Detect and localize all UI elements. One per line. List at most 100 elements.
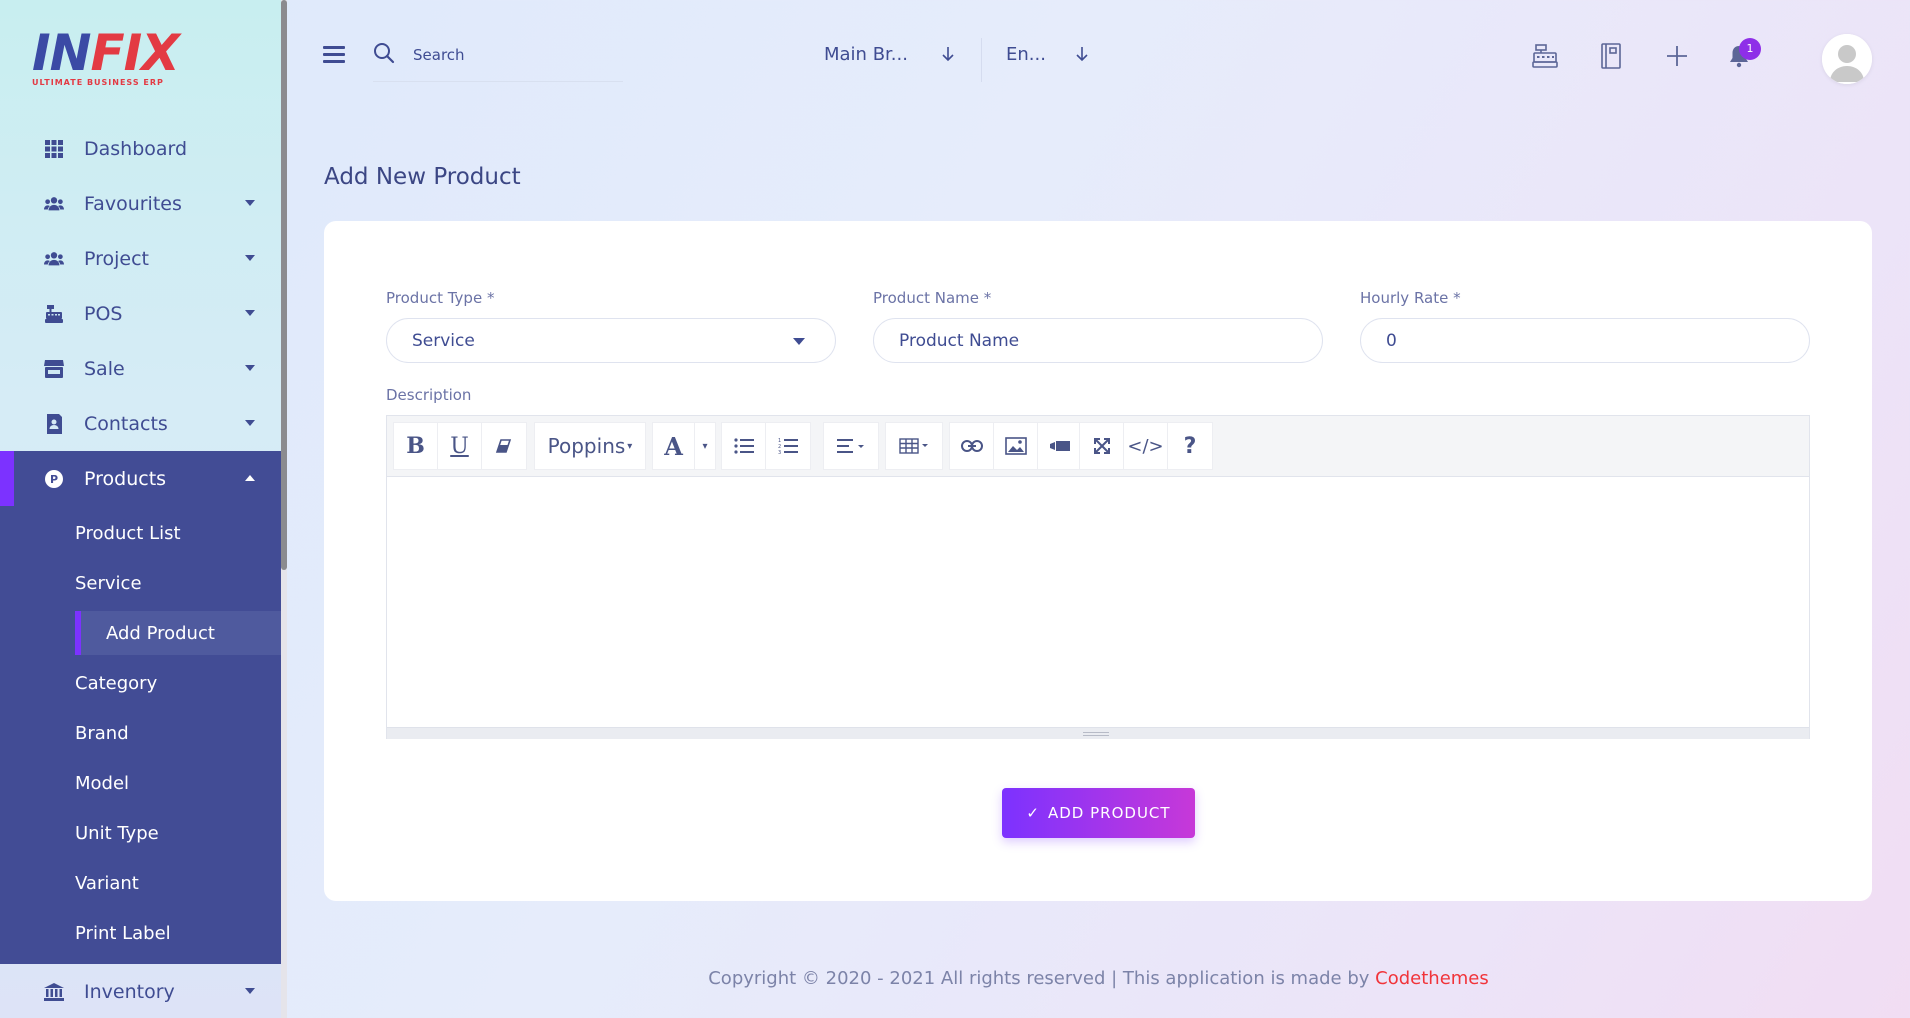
fullscreen-icon[interactable]	[1080, 423, 1124, 469]
cash-register-icon	[44, 304, 64, 324]
topbar: Main Br... En... 1	[287, 0, 1910, 115]
sidebar-item-label: Project	[84, 247, 150, 270]
underline-icon[interactable]: U	[438, 423, 482, 469]
font-color-icon[interactable]: A	[653, 423, 695, 469]
page-title: Add New Product	[324, 164, 521, 190]
svg-text:3: 3	[778, 450, 781, 455]
product-name-label: Product Name *	[873, 289, 992, 307]
sidebar-item-sale[interactable]: Sale	[0, 341, 281, 396]
unordered-list-icon[interactable]	[722, 423, 766, 469]
toolbar-group-font: Poppins ▾	[534, 422, 646, 470]
submenu-item-model[interactable]: Model	[0, 758, 281, 808]
video-icon[interactable]	[1038, 423, 1082, 469]
copyright-text: Copyright © 2020 - 2021 All rights reser…	[708, 968, 1376, 989]
menu-toggle-icon[interactable]	[323, 46, 345, 64]
toolbar-group-insert	[949, 422, 1083, 470]
grid-icon	[44, 139, 64, 159]
sidebar: INFIX ULTIMATE BUSINESS ERP Dashboard Fa…	[0, 0, 281, 1018]
submenu-item-brand[interactable]: Brand	[0, 708, 281, 758]
sidebar-item-label: Dashboard	[84, 137, 188, 160]
submenu-item-variant[interactable]: Variant	[0, 858, 281, 908]
sidebar-item-project[interactable]: Project	[0, 231, 281, 286]
pos-register-icon[interactable]	[1531, 42, 1559, 70]
caret-down-icon	[245, 365, 255, 371]
sidebar-item-label: Favourites	[84, 192, 182, 215]
product-p-icon: P	[44, 469, 64, 489]
caret-down-icon	[245, 988, 255, 994]
description-editor: B U Poppins ▾ A ▾ 123 </> ?	[386, 415, 1810, 739]
bank-icon	[44, 982, 64, 1002]
add-product-button[interactable]: ✓ ADD PRODUCT	[1002, 788, 1195, 838]
product-name-placeholder: Product Name	[899, 330, 1020, 351]
arrow-down-icon[interactable]	[1075, 46, 1089, 67]
font-family-select[interactable]: Poppins ▾	[535, 423, 645, 469]
toolbar-group-table	[885, 422, 943, 470]
submenu-item-category[interactable]: Category	[0, 658, 281, 708]
table-icon[interactable]	[886, 423, 942, 469]
sidebar-item-dashboard[interactable]: Dashboard	[0, 121, 281, 176]
image-icon[interactable]	[994, 423, 1038, 469]
submenu-item-add-product[interactable]: Add Product	[75, 611, 281, 655]
users-icon	[44, 249, 64, 269]
eraser-icon[interactable]	[482, 423, 526, 469]
link-icon[interactable]	[950, 423, 994, 469]
add-product-button-label: ADD PRODUCT	[1048, 804, 1171, 822]
align-left-icon[interactable]	[824, 423, 878, 469]
notification-badge: 1	[1739, 38, 1761, 60]
description-label: Description	[386, 386, 472, 404]
product-name-field[interactable]: Product Name	[873, 318, 1323, 363]
caret-up-icon	[245, 475, 255, 481]
ordered-list-icon[interactable]: 123	[766, 423, 810, 469]
arrow-down-icon[interactable]	[941, 46, 955, 67]
sidebar-scrollbar[interactable]	[281, 0, 287, 1018]
product-form-card: Product Type * Service Product Name * Pr…	[324, 221, 1872, 901]
sidebar-item-label: Inventory	[84, 980, 175, 1003]
plus-icon[interactable]	[1663, 42, 1691, 70]
sidebar-item-label: POS	[84, 302, 123, 325]
store-icon	[44, 359, 64, 379]
sidebar-nav: Dashboard Favourites Project POS Sale Co…	[0, 121, 281, 1018]
notebook-icon[interactable]	[1597, 42, 1625, 70]
sidebar-item-products[interactable]: P Products	[0, 451, 281, 506]
code-view-icon[interactable]: </>	[1124, 423, 1168, 469]
sidebar-item-contacts[interactable]: Contacts	[0, 396, 281, 451]
submenu-item-print-label[interactable]: Print Label	[0, 908, 281, 958]
product-type-value: Service	[412, 330, 475, 351]
submenu-item-unit-type[interactable]: Unit Type	[0, 808, 281, 858]
sidebar-item-label: Products	[84, 467, 167, 490]
search-input[interactable]	[413, 46, 613, 64]
caret-down-icon	[245, 200, 255, 206]
contact-book-icon	[44, 413, 64, 434]
bold-icon[interactable]: B	[394, 423, 438, 469]
codethemes-link[interactable]: Codethemes	[1375, 968, 1489, 989]
submenu-item-service[interactable]: Service	[0, 558, 281, 608]
sidebar-item-inventory[interactable]: Inventory	[0, 964, 281, 1018]
caret-down-icon[interactable]: ▾	[695, 423, 715, 469]
hourly-rate-value: 0	[1386, 330, 1397, 351]
submenu-item-product-list[interactable]: Product List	[0, 508, 281, 558]
caret-down-icon	[793, 338, 805, 345]
check-icon: ✓	[1026, 804, 1040, 822]
sidebar-item-pos[interactable]: POS	[0, 286, 281, 341]
search-icon[interactable]	[373, 42, 395, 68]
help-icon[interactable]: ?	[1168, 423, 1212, 469]
editor-content-area[interactable]	[387, 477, 1809, 727]
toolbar-group-lists: 123	[721, 422, 811, 470]
caret-down-icon	[245, 310, 255, 316]
header-divider	[981, 38, 982, 82]
language-select[interactable]: En...	[1006, 44, 1046, 65]
search-box	[373, 38, 623, 82]
toolbar-group-align	[823, 422, 879, 470]
sidebar-item-label: Sale	[84, 357, 125, 380]
editor-resize-handle[interactable]	[387, 727, 1809, 739]
product-type-select[interactable]: Service	[386, 318, 836, 363]
app-logo[interactable]: INFIX ULTIMATE BUSINESS ERP	[32, 28, 182, 87]
hourly-rate-field[interactable]: 0	[1360, 318, 1810, 363]
avatar[interactable]	[1822, 34, 1872, 84]
editor-toolbar: B U Poppins ▾ A ▾ 123 </> ?	[387, 416, 1809, 477]
sidebar-item-favourites[interactable]: Favourites	[0, 176, 281, 231]
logo-tagline: ULTIMATE BUSINESS ERP	[32, 78, 164, 87]
users-icon	[44, 194, 64, 214]
branch-select[interactable]: Main Br...	[824, 44, 908, 65]
products-submenu: Product List Service Add Product Categor…	[0, 506, 281, 964]
